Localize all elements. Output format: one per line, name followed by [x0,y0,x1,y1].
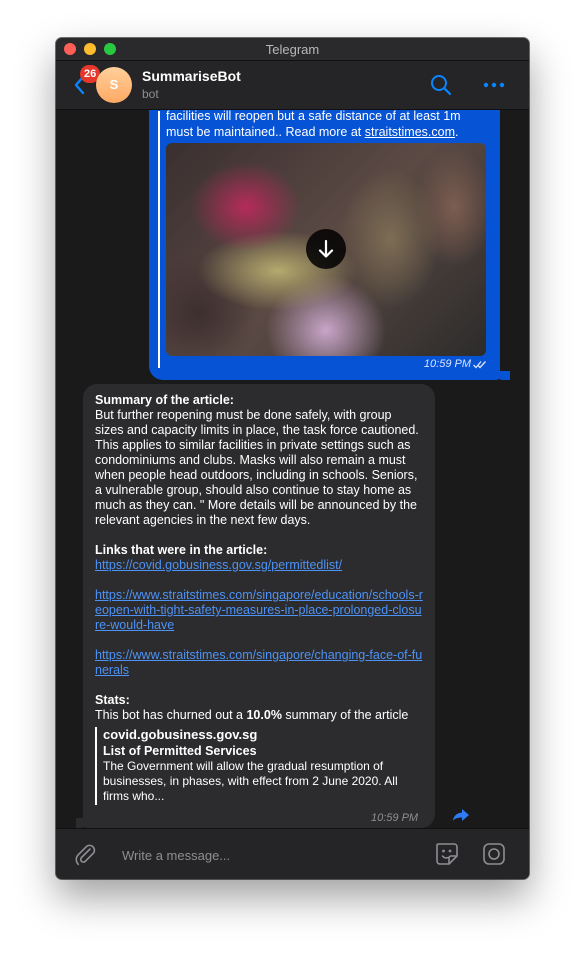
stats-value: 10.0% [246,708,282,722]
chat-title[interactable]: SummariseBot [142,68,241,84]
outgoing-message-text: facilities will reopen but a safe distan… [166,110,486,140]
stats-suffix: summary of the article [281,708,409,722]
links-heading: Links that were in the article: [95,543,268,557]
download-icon[interactable] [306,229,346,269]
article-link-2[interactable]: https://www.straitstimes.com/singapore/e… [95,588,423,633]
preview-bar [95,727,97,805]
message-input[interactable] [120,844,424,866]
outgoing-time: 10:59 PM [423,358,471,370]
avatar[interactable]: S [96,67,132,103]
stats-line: This bot has churned out a 10.0% summary… [95,708,423,723]
outgoing-text-tail: . [455,125,459,139]
outgoing-source-link[interactable]: straitstimes.com [365,125,455,139]
more-icon[interactable] [483,81,505,89]
outgoing-message[interactable]: facilities will reopen but a safe distan… [149,110,500,380]
telegram-window: Telegram 26 S SummariseBot bot facilitie… [56,38,529,879]
search-icon[interactable] [430,74,452,96]
sticker-icon[interactable] [434,841,460,867]
summary-heading: Summary of the article: [95,393,234,407]
incoming-message[interactable]: Summary of the article: But further reop… [83,384,435,828]
preview-title: List of Permitted Services [103,744,257,758]
incoming-message-text: Summary of the article: But further reop… [95,393,423,805]
window-title: Telegram [265,42,320,57]
chat-header: 26 S SummariseBot bot [56,61,529,110]
share-icon[interactable] [452,808,470,822]
title-bar: Telegram [56,38,529,61]
stats-prefix: This bot has churned out a [95,708,247,722]
media-preview[interactable] [166,143,486,356]
article-link-3[interactable]: https://www.straitstimes.com/singapore/c… [95,648,423,678]
paperclip-icon[interactable] [74,843,98,867]
message-list[interactable]: facilities will reopen but a safe distan… [56,110,529,828]
preview-site: covid.gobusiness.gov.sg [103,727,258,742]
preview-description: The Government will allow the gradual re… [103,759,398,803]
message-composer [56,828,529,879]
double-check-icon [473,361,486,369]
quote-bar [158,111,160,368]
incoming-time: 10:59 PM [371,812,419,824]
stats-heading: Stats: [95,693,130,707]
chat-status: bot [142,87,159,101]
article-link-1[interactable]: https://covid.gobusiness.gov.sg/permitte… [95,558,423,573]
link-preview[interactable]: covid.gobusiness.gov.sg List of Permitte… [95,727,423,805]
summary-body: But further reopening must be done safel… [95,408,419,527]
camera-icon[interactable] [482,842,506,866]
